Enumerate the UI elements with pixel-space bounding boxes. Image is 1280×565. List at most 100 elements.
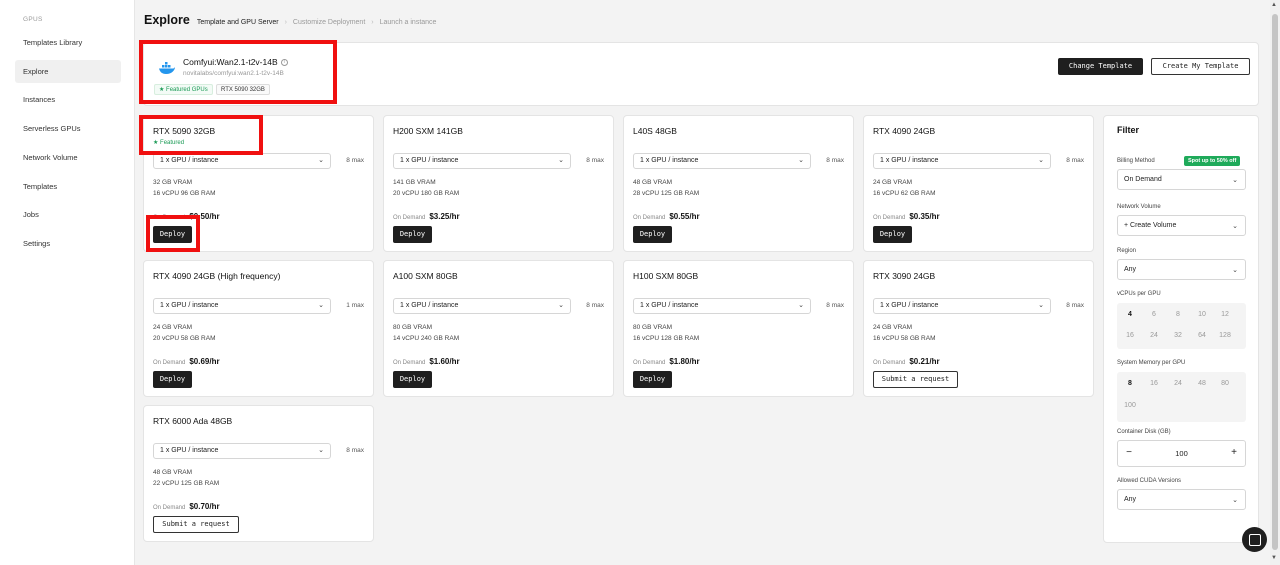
gpu-card-rtx-4090-hf: RTX 4090 24GB (High frequency) 1 x GPU /… bbox=[143, 260, 374, 397]
submit-request-button[interactable]: Submit a request bbox=[873, 371, 958, 388]
chevron-right-icon: › bbox=[284, 19, 287, 26]
sidebar-item-network-volume[interactable]: Network Volume bbox=[15, 146, 121, 169]
gpu-card-h100: H100 SXM 80GB 1 x GPU / instance ⌄ 8 max … bbox=[623, 260, 854, 397]
scrollbar[interactable]: ▲ ▼ bbox=[1270, 0, 1280, 565]
price: $3.25/hr bbox=[429, 212, 460, 221]
plus-icon[interactable]: + bbox=[1227, 447, 1241, 458]
max-gpus: 8 max bbox=[1066, 302, 1084, 309]
vram-spec: 80 GB VRAM bbox=[633, 324, 673, 331]
cpu-ram-spec: 16 vCPU 62 GB RAM bbox=[873, 190, 936, 197]
gpu-name: RTX 4090 24GB bbox=[873, 126, 936, 136]
vcpu-option[interactable]: 8 bbox=[1167, 308, 1189, 322]
network-volume-value: + Create Volume bbox=[1124, 222, 1177, 229]
region-value: Any bbox=[1124, 266, 1137, 273]
chevron-down-icon: ⌄ bbox=[1232, 177, 1238, 184]
sidebar-item-settings[interactable]: Settings bbox=[15, 232, 121, 255]
scrollbar-thumb[interactable] bbox=[1272, 14, 1278, 550]
vram-spec: 141 GB VRAM bbox=[393, 179, 436, 186]
chevron-down-icon: ⌄ bbox=[798, 157, 804, 164]
gpu-count-select[interactable]: 1 x GPU / instance ⌄ bbox=[873, 153, 1051, 169]
container-disk-value[interactable]: 100 bbox=[1118, 449, 1245, 458]
change-template-button[interactable]: Change Template bbox=[1058, 58, 1143, 75]
breadcrumb-step-launch[interactable]: Launch a instance bbox=[380, 19, 437, 26]
price-row: On Demand $0.21/hr bbox=[873, 357, 940, 366]
sidebar-item-instances[interactable]: Instances bbox=[15, 88, 121, 111]
gpu-count-value: 1 x GPU / instance bbox=[400, 157, 459, 164]
vcpu-option[interactable]: 32 bbox=[1167, 329, 1189, 343]
vram-spec: 24 GB VRAM bbox=[873, 324, 913, 331]
vram-spec: 80 GB VRAM bbox=[393, 324, 433, 331]
deploy-button[interactable]: Deploy bbox=[873, 226, 912, 243]
filter-panel: Filter Billing Method Spot up to 50% off… bbox=[1103, 115, 1259, 543]
gpu-count-select[interactable]: 1 x GPU / instance ⌄ bbox=[153, 153, 331, 169]
deploy-button[interactable]: Deploy bbox=[633, 226, 672, 243]
cuda-versions-select[interactable]: Any ⌄ bbox=[1117, 489, 1246, 510]
memory-option[interactable]: 8 bbox=[1119, 377, 1141, 391]
network-volume-label: Network Volume bbox=[1117, 204, 1161, 210]
highlight-template bbox=[139, 40, 337, 104]
deploy-button[interactable]: Deploy bbox=[393, 371, 432, 388]
gpu-name: H100 SXM 80GB bbox=[633, 271, 699, 281]
memory-option[interactable]: 80 bbox=[1214, 377, 1236, 391]
vcpu-option[interactable]: 24 bbox=[1143, 329, 1165, 343]
gpu-count-select[interactable]: 1 x GPU / instance ⌄ bbox=[153, 443, 331, 459]
gpu-count-value: 1 x GPU / instance bbox=[640, 157, 699, 164]
price-row: On Demand $0.35/hr bbox=[873, 212, 940, 221]
on-demand-label: On Demand bbox=[633, 215, 666, 221]
gpu-count-value: 1 x GPU / instance bbox=[160, 157, 219, 164]
vcpu-option[interactable]: 4 bbox=[1119, 308, 1141, 322]
chevron-right-icon: › bbox=[371, 19, 374, 26]
max-gpus: 1 max bbox=[346, 302, 364, 309]
memory-option[interactable]: 48 bbox=[1191, 377, 1213, 391]
gpu-count-select[interactable]: 1 x GPU / instance ⌄ bbox=[393, 298, 571, 314]
gpu-count-select[interactable]: 1 x GPU / instance ⌄ bbox=[873, 298, 1051, 314]
vram-spec: 24 GB VRAM bbox=[873, 179, 913, 186]
vcpu-option[interactable]: 10 bbox=[1191, 308, 1213, 322]
sidebar-item-jobs[interactable]: Jobs bbox=[15, 203, 121, 226]
network-volume-select[interactable]: + Create Volume ⌄ bbox=[1117, 215, 1246, 236]
cpu-ram-spec: 16 vCPU 128 GB RAM bbox=[633, 335, 700, 342]
vcpu-option[interactable]: 128 bbox=[1214, 329, 1236, 343]
gpu-count-select[interactable]: 1 x GPU / instance ⌄ bbox=[633, 153, 811, 169]
sidebar: GPUS Templates Library Explore Instances… bbox=[0, 0, 135, 565]
gpu-count-select[interactable]: 1 x GPU / instance ⌄ bbox=[393, 153, 571, 169]
vcpu-option[interactable]: 16 bbox=[1119, 329, 1141, 343]
chevron-down-icon: ⌄ bbox=[798, 302, 804, 309]
vcpu-option[interactable]: 64 bbox=[1191, 329, 1213, 343]
memory-option[interactable]: 16 bbox=[1143, 377, 1165, 391]
scroll-up-icon[interactable]: ▲ bbox=[1271, 2, 1277, 8]
page-title: Explore bbox=[144, 13, 190, 27]
price: $1.60/hr bbox=[429, 357, 460, 366]
scroll-down-icon[interactable]: ▼ bbox=[1271, 555, 1277, 561]
gpu-count-select[interactable]: 1 x GPU / instance ⌄ bbox=[153, 298, 331, 314]
region-select[interactable]: Any ⌄ bbox=[1117, 259, 1246, 280]
billing-method-select[interactable]: On Demand ⌄ bbox=[1117, 169, 1246, 190]
memory-option[interactable]: 24 bbox=[1167, 377, 1189, 391]
chevron-down-icon: ⌄ bbox=[1232, 223, 1238, 230]
vcpu-option[interactable]: 6 bbox=[1143, 308, 1165, 322]
deploy-button[interactable]: Deploy bbox=[153, 371, 192, 388]
chevron-down-icon: ⌄ bbox=[1232, 497, 1238, 504]
gpu-count-select[interactable]: 1 x GPU / instance ⌄ bbox=[633, 298, 811, 314]
submit-request-button[interactable]: Submit a request bbox=[153, 516, 239, 533]
sidebar-item-serverless-gpus[interactable]: Serverless GPUs bbox=[15, 117, 121, 140]
on-demand-label: On Demand bbox=[153, 360, 186, 366]
breadcrumb-step-template[interactable]: Template and GPU Server bbox=[197, 19, 279, 26]
region-label: Region bbox=[1117, 248, 1137, 254]
sidebar-item-templates-library[interactable]: Templates Library bbox=[15, 31, 121, 54]
memory-option[interactable]: 100 bbox=[1119, 399, 1141, 413]
vcpus-per-gpu-label: vCPUs per GPU bbox=[1117, 291, 1161, 297]
chat-icon[interactable] bbox=[1242, 527, 1267, 552]
sidebar-item-templates[interactable]: Templates bbox=[15, 175, 121, 198]
breadcrumb-step-customize[interactable]: Customize Deployment bbox=[293, 19, 365, 26]
cuda-versions-label: Allowed CUDA Versions bbox=[1117, 478, 1182, 484]
chevron-down-icon: ⌄ bbox=[318, 157, 324, 164]
deploy-button[interactable]: Deploy bbox=[633, 371, 672, 388]
highlight-deploy bbox=[146, 215, 200, 252]
price-row: On Demand $0.55/hr bbox=[633, 212, 700, 221]
deploy-button[interactable]: Deploy bbox=[393, 226, 432, 243]
price-row: On Demand $0.70/hr bbox=[153, 502, 220, 511]
vcpu-option[interactable]: 12 bbox=[1214, 308, 1236, 322]
create-my-template-button[interactable]: Create My Template bbox=[1151, 58, 1250, 75]
sidebar-item-explore[interactable]: Explore bbox=[15, 60, 121, 83]
